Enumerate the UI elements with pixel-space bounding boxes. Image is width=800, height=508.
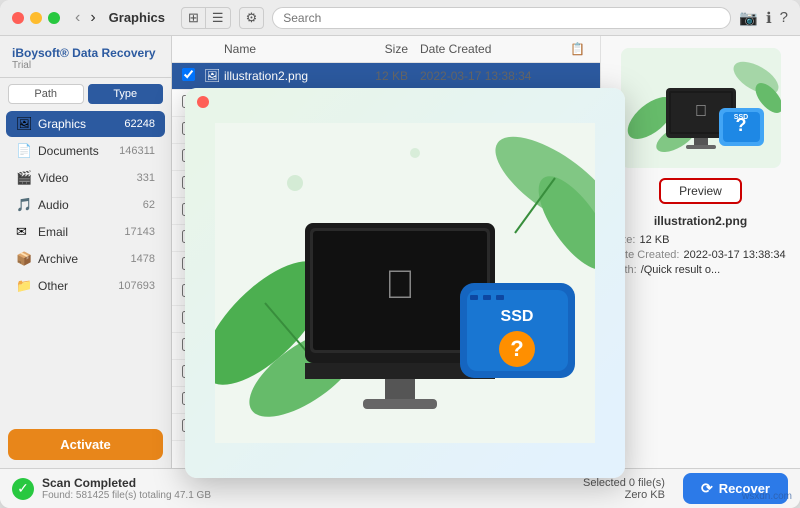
list-view-button[interactable]: ☰: [206, 7, 231, 29]
sidebar-item-label: Archive: [38, 252, 131, 266]
scan-status-title: Scan Completed: [42, 476, 575, 490]
meta-size-row: Size: 12 KB: [611, 234, 790, 246]
forward-button[interactable]: ›: [87, 9, 98, 27]
svg-text:: : [385, 263, 415, 307]
file-size: 12 KB: [340, 69, 420, 83]
svg-text:SSD: SSD: [733, 114, 747, 121]
meta-date-row: Date Created: 2022-03-17 13:38:34: [611, 249, 790, 261]
recover-icon: ⟳: [701, 480, 713, 497]
sidebar-item-label: Email: [38, 225, 124, 239]
watermark: wsxdn.com: [742, 491, 792, 502]
header-date: Date Created: [420, 42, 570, 56]
meta-path-row: Path: /Quick result o...: [611, 264, 790, 276]
view-toggle: ⊞ ☰: [181, 7, 231, 29]
overlay-close-button[interactable]: [197, 96, 209, 108]
activate-button[interactable]: Activate: [8, 429, 163, 460]
header-name: Name: [224, 42, 340, 56]
sidebar-item-count: 17143: [124, 226, 155, 238]
size-value: 12 KB: [639, 234, 669, 246]
table-row[interactable]: 🖼 illustration2.png 12 KB 2022-03-17 13:…: [172, 63, 600, 90]
scan-status: Scan Completed Found: 581425 file(s) tot…: [42, 476, 575, 501]
sidebar-item-audio[interactable]: 🎵 Audio 62: [6, 192, 165, 218]
row-checkbox[interactable]: [182, 68, 195, 81]
sidebar-item-archive[interactable]: 📦 Archive 1478: [6, 246, 165, 272]
sidebar-item-label: Audio: [38, 198, 143, 212]
overlay-preview:  SSD ?: [185, 88, 625, 478]
file-name: illustration2.png: [224, 69, 340, 83]
sidebar-item-label: Video: [38, 171, 137, 185]
svg-text:?: ?: [510, 336, 523, 361]
trial-badge: Trial: [12, 60, 159, 71]
file-table-header: Name Size Date Created 📋: [172, 36, 600, 63]
sidebar-item-count: 331: [137, 172, 155, 184]
header-restore: 📋: [570, 42, 590, 56]
sidebar-item-video[interactable]: 🎬 Video 331: [6, 165, 165, 191]
preview-thumbnail:  ? SSD: [621, 48, 781, 168]
window-controls: [12, 12, 60, 24]
sidebar-item-graphics[interactable]: 🖼 Graphics 62248: [6, 111, 165, 137]
sidebar-list: 🖼 Graphics 62248 📄 Documents 146311 🎬 Vi…: [0, 110, 171, 421]
date-value: 2022-03-17 13:38:34: [683, 249, 785, 261]
scan-status-detail: Found: 581425 file(s) totaling 47.1 GB: [42, 490, 575, 501]
sidebar: iBoysoft® Data Recovery Trial Path Type …: [0, 36, 172, 468]
path-tab[interactable]: Path: [8, 84, 84, 104]
svg-text:: : [695, 103, 707, 120]
titlebar-title: Graphics: [109, 10, 165, 25]
camera-icon[interactable]: 📷: [739, 9, 758, 27]
nav-arrows: ‹ ›: [72, 9, 99, 27]
audio-icon: 🎵: [16, 197, 32, 213]
sidebar-item-count: 107693: [118, 280, 155, 292]
documents-icon: 📄: [16, 143, 32, 159]
sidebar-item-label: Other: [38, 279, 118, 293]
titlebar: ‹ › Graphics ⊞ ☰ ⚙ 📷 ℹ ?: [0, 0, 800, 36]
close-button[interactable]: [12, 12, 24, 24]
path-value: /Quick result o...: [641, 264, 720, 276]
scan-complete-icon: ✓: [12, 478, 34, 500]
type-tab[interactable]: Type: [88, 84, 164, 104]
file-date: 2022-03-17 13:38:34: [420, 69, 570, 83]
header-size: Size: [340, 42, 420, 56]
sidebar-item-label: Graphics: [38, 117, 124, 131]
selected-files: Selected 0 file(s): [583, 477, 665, 489]
grid-view-button[interactable]: ⊞: [181, 7, 206, 29]
sidebar-item-label: Documents: [38, 144, 119, 158]
selected-info: Selected 0 file(s) Zero KB: [583, 477, 665, 501]
preview-filename: illustration2.png: [654, 214, 747, 228]
info-icon[interactable]: ℹ: [766, 9, 772, 27]
maximize-button[interactable]: [48, 12, 60, 24]
sidebar-item-count: 62: [143, 199, 155, 211]
graphics-icon: 🖼: [16, 116, 32, 132]
other-icon: 📁: [16, 278, 32, 294]
preview-meta: Size: 12 KB Date Created: 2022-03-17 13:…: [611, 234, 790, 279]
sidebar-item-count: 146311: [119, 145, 155, 157]
help-icon[interactable]: ?: [780, 9, 788, 27]
preview-button[interactable]: Preview: [659, 178, 742, 204]
sidebar-tabs: Path Type: [0, 78, 171, 110]
titlebar-actions: 📷 ℹ ?: [739, 9, 788, 27]
sidebar-item-other[interactable]: 📁 Other 107693: [6, 273, 165, 299]
email-icon: ✉: [16, 224, 32, 240]
app-name: iBoysoft® Data Recovery: [12, 46, 159, 60]
preview-panel:  ? SSD Preview illustration2.png Size: [600, 36, 800, 468]
sidebar-item-count: 62248: [124, 118, 155, 130]
sidebar-item-count: 1478: [131, 253, 155, 265]
selected-size: Zero KB: [583, 489, 665, 501]
filter-button[interactable]: ⚙: [239, 7, 265, 29]
minimize-button[interactable]: [30, 12, 42, 24]
sidebar-item-email[interactable]: ✉ Email 17143: [6, 219, 165, 245]
archive-icon: 📦: [16, 251, 32, 267]
header-icon: [204, 42, 224, 56]
sidebar-item-documents[interactable]: 📄 Documents 146311: [6, 138, 165, 164]
overlay-image:  SSD ?: [185, 88, 625, 478]
svg-text:SSD: SSD: [501, 308, 534, 325]
sidebar-header: iBoysoft® Data Recovery Trial: [0, 36, 171, 78]
video-icon: 🎬: [16, 170, 32, 186]
back-button[interactable]: ‹: [72, 9, 83, 27]
header-check: [182, 42, 204, 56]
search-input[interactable]: [272, 7, 731, 29]
file-icon: 🖼: [204, 68, 224, 84]
